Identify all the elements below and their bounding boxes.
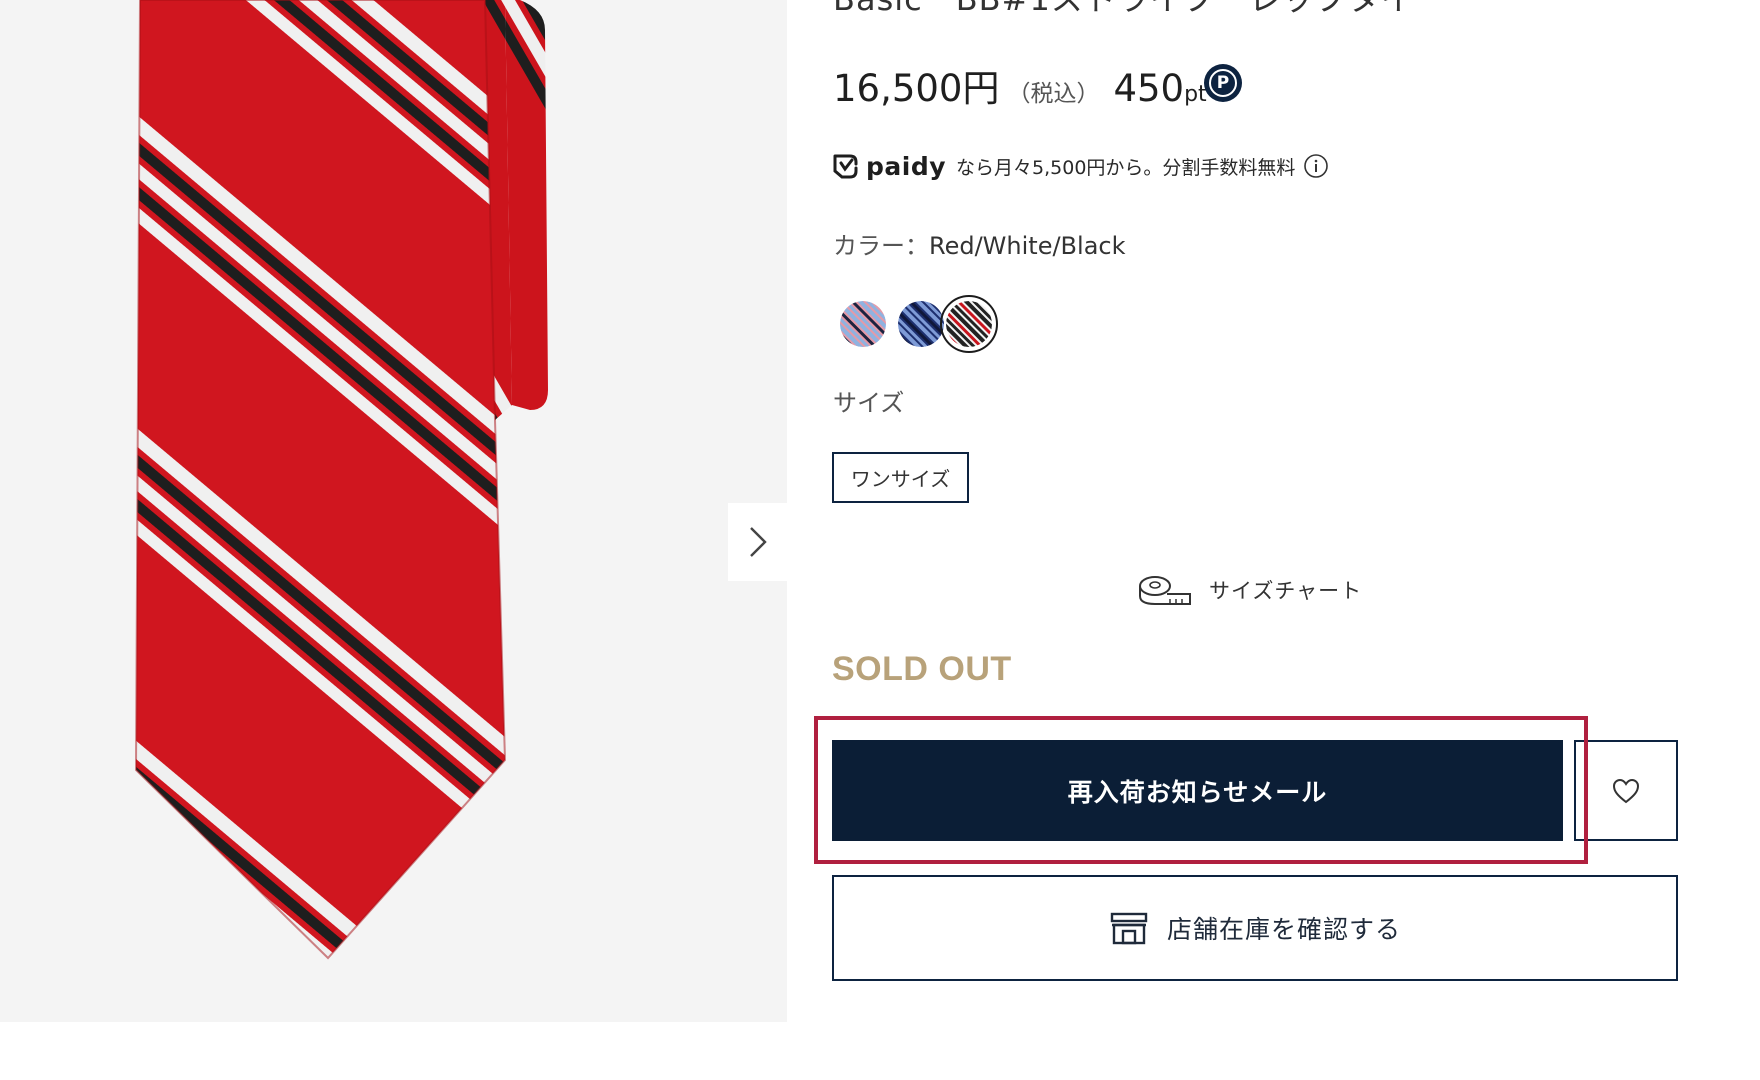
paidy-text: なら月々5,500円から。分割手数料無料 xyxy=(956,156,1296,179)
color-swatch-red-white-black[interactable] xyxy=(946,301,992,347)
points-badge-icon: P xyxy=(1204,64,1242,102)
size-chart-label: サイズチャート xyxy=(1209,579,1363,603)
color-swatch-pink-blue[interactable] xyxy=(840,301,886,347)
price-row: 16,500円 （税込） 450 pt xyxy=(833,58,1207,110)
restock-notify-button[interactable]: 再入荷お知らせメール xyxy=(832,740,1563,841)
size-label: サイズ xyxy=(833,389,905,417)
paidy-logo-icon xyxy=(833,154,858,179)
swatch-pattern-icon xyxy=(840,301,886,347)
color-label-row: カラー：Red/White/Black xyxy=(833,226,1126,261)
measuring-tape-icon xyxy=(1139,576,1191,605)
tax-note: （税込） xyxy=(1007,81,1100,107)
points-badge-label: P xyxy=(1209,69,1237,97)
store-icon xyxy=(1110,912,1148,945)
store-stock-label: 店舗在庫を確認する xyxy=(1166,915,1401,944)
size-chart-link[interactable]: サイズチャート xyxy=(1137,570,1362,610)
info-icon[interactable] xyxy=(1303,153,1329,179)
points-value: 450 xyxy=(1113,67,1185,110)
restock-notify-label: 再入荷お知らせメール xyxy=(1067,777,1328,807)
paidy-brand: paidy xyxy=(866,151,947,181)
product-image-gallery xyxy=(0,0,787,1022)
store-stock-button[interactable]: 店舗在庫を確認する xyxy=(832,875,1678,981)
color-label: カラー： xyxy=(833,232,929,260)
product-price: 16,500円 xyxy=(833,67,1000,110)
swatch-pattern-icon xyxy=(898,301,944,347)
heart-icon xyxy=(1612,778,1640,803)
product-image-tie xyxy=(134,0,548,960)
chevron-right-icon xyxy=(749,527,767,557)
swatch-pattern-icon xyxy=(946,301,992,347)
sold-out-status: SOLD OUT xyxy=(832,650,1012,688)
favorite-button[interactable] xyxy=(1574,740,1678,841)
product-title: Basic BB#1ストライプ レップタイ xyxy=(833,0,1414,20)
color-selected-value: Red/White/Black xyxy=(929,232,1126,260)
color-swatch-navy-blue[interactable] xyxy=(898,301,944,347)
paidy-installment-info: paidy なら月々5,500円から。分割手数料無料 xyxy=(830,148,1329,184)
gallery-next-button[interactable] xyxy=(728,503,787,581)
size-option-one-size[interactable]: ワンサイズ xyxy=(832,452,969,503)
